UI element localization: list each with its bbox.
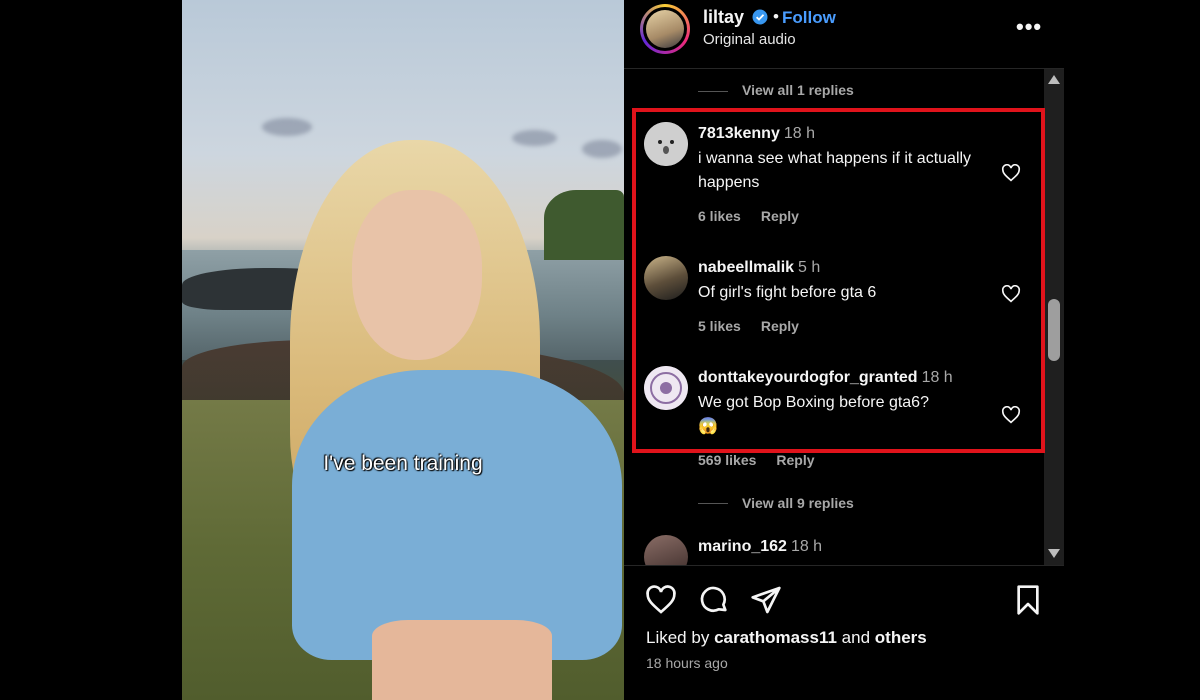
bookmark-icon[interactable] <box>1012 584 1044 616</box>
video-caption: I've been training <box>323 452 483 475</box>
heart-icon[interactable] <box>1001 285 1021 303</box>
comment-likes[interactable]: 5 likes <box>698 318 741 334</box>
comment-meta: 569 likes Reply <box>698 452 835 468</box>
commenter-avatar[interactable] <box>644 256 688 300</box>
author-username[interactable]: liltay <box>703 7 744 28</box>
comments-scrollbar[interactable] <box>1044 69 1064 565</box>
verified-badge-icon <box>752 9 768 25</box>
share-icon[interactable] <box>750 584 782 616</box>
reply-button[interactable]: Reply <box>761 318 799 334</box>
comment-likes[interactable]: 569 likes <box>698 452 756 468</box>
trees <box>544 190 624 260</box>
cloud <box>512 130 557 146</box>
header-separator: • <box>773 7 779 26</box>
reply-button[interactable]: Reply <box>776 452 814 468</box>
audio-label[interactable]: Original audio <box>703 31 796 48</box>
liked-by-others[interactable]: others <box>875 628 927 647</box>
comment-emoji: 😱 <box>698 418 718 435</box>
replies-divider <box>698 91 728 92</box>
follow-button[interactable]: Follow <box>782 8 836 28</box>
commenter-avatar[interactable] <box>644 535 688 565</box>
liked-by-user[interactable]: carathomass11 <box>714 628 837 647</box>
heart-icon[interactable] <box>1001 406 1021 424</box>
comment-time: 5 h <box>798 259 821 276</box>
reply-button[interactable]: Reply <box>761 208 799 224</box>
comment-text: Of girl's fight before gta 6 <box>698 284 877 301</box>
comment-meta: 5 likes Reply <box>698 318 819 334</box>
more-options-icon[interactable]: ••• <box>1016 14 1042 40</box>
header-divider <box>624 68 1064 69</box>
comment-likes[interactable]: 6 likes <box>698 208 741 224</box>
actions-divider <box>624 565 1064 566</box>
comment-text: We got Bop Boxing before gta6? 😱 <box>698 394 929 435</box>
comment-time: 18 h <box>921 369 953 386</box>
cloud <box>582 140 622 158</box>
commenter-avatar[interactable] <box>644 366 688 410</box>
post-time: 18 hours ago <box>646 655 728 671</box>
scroll-up-icon[interactable] <box>1048 75 1060 84</box>
comment-username[interactable]: marino_162 18 h <box>698 538 822 556</box>
comment-username[interactable]: donttakeyourdogfor_granted 18 h <box>698 369 953 387</box>
scroll-down-icon[interactable] <box>1048 549 1060 558</box>
commenter-avatar[interactable] <box>644 122 688 166</box>
comment-time: 18 h <box>790 538 823 555</box>
view-replies-button[interactable]: View all 9 replies <box>742 495 854 511</box>
author-avatar[interactable] <box>640 4 690 54</box>
liked-by: Liked by carathomass11 and others <box>646 628 927 647</box>
reel-video[interactable]: I've been training <box>182 0 624 700</box>
heart-icon[interactable] <box>645 584 677 616</box>
comments-list[interactable]: View all 1 replies 7813kenny 18 h i wanna… <box>624 69 1044 565</box>
comment-text: i wanna see what happens if it actually … <box>698 150 972 191</box>
comment-icon[interactable] <box>698 584 730 616</box>
person-torso <box>372 620 552 700</box>
comment-meta: 6 likes Reply <box>698 208 819 224</box>
comment-username[interactable]: nabeellmalik 5 h <box>698 259 820 277</box>
scroll-thumb[interactable] <box>1048 299 1060 361</box>
view-replies-button[interactable]: View all 1 replies <box>742 82 854 98</box>
person-shirt <box>292 370 622 660</box>
person-face <box>352 190 482 360</box>
replies-divider <box>698 503 728 504</box>
comment-time: 18 h <box>783 125 815 142</box>
comment-username[interactable]: 7813kenny 18 h <box>698 125 815 143</box>
heart-icon[interactable] <box>1001 164 1021 182</box>
cloud <box>262 118 312 136</box>
post-side-panel: liltay • Follow Original audio ••• View … <box>624 0 1064 700</box>
